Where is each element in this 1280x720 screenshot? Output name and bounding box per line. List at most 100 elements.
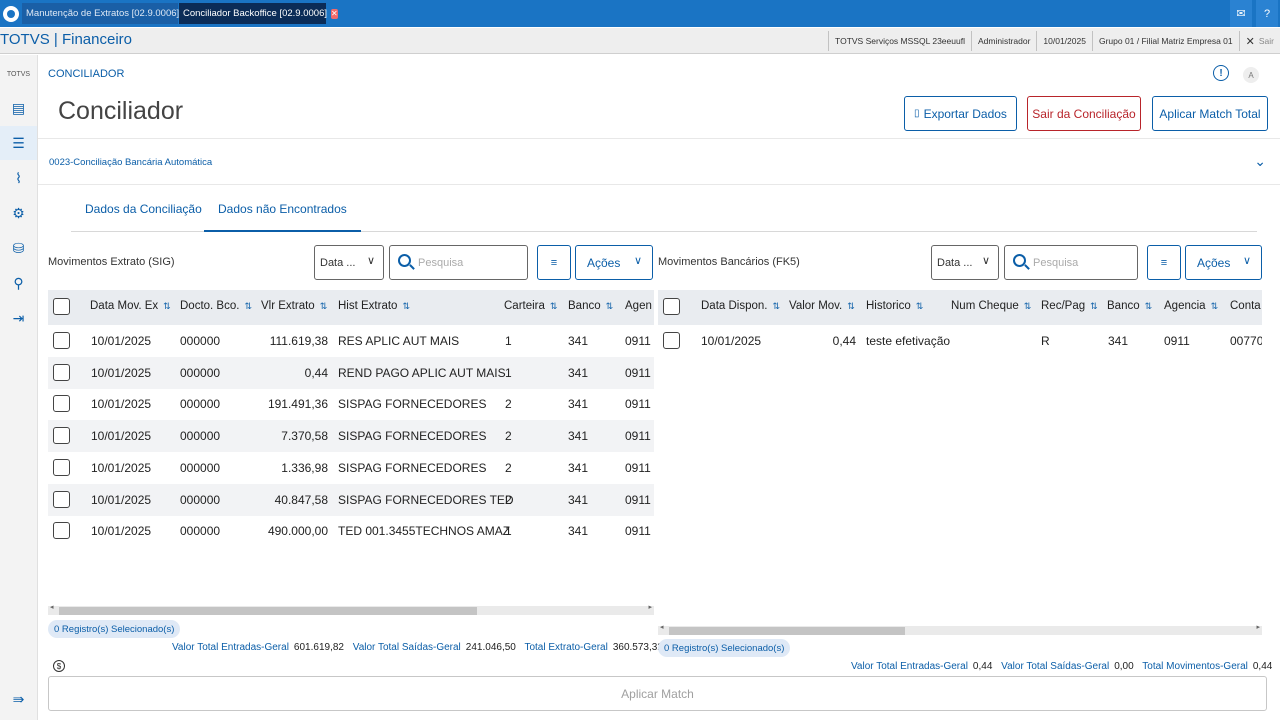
apply-match-button[interactable]: Aplicar Match (48, 676, 1267, 711)
table-row[interactable]: 10/01/2025 000000 0,44 REND PAGO APLIC AUT … (48, 356, 654, 389)
sort-icon: ⇅ (402, 301, 410, 311)
scroll-right-icon[interactable]: ▸ (648, 603, 652, 611)
row-checkbox[interactable] (53, 395, 70, 413)
row-checkbox[interactable] (53, 458, 70, 476)
right-horizontal-scrollbar[interactable]: ◂ ▸ (658, 623, 1262, 635)
right-filter-button[interactable]: ≡ (1147, 245, 1181, 280)
table-row[interactable]: 10/01/2025 000000 40.847,58 SISPAG FORNECED… (48, 483, 654, 516)
table-row[interactable]: 10/01/2025 0,44 teste efetivação R 341 0911 00… (658, 325, 1262, 357)
user-flow-icon[interactable]: ⚲ (0, 266, 37, 300)
window-tab-conciliador[interactable]: Conciliador Backoffice [02.9.0006] ✕ (179, 3, 338, 24)
column-header[interactable]: Hist Extrato ⇅ (338, 300, 410, 312)
scroll-left-icon[interactable]: ◂ (50, 603, 54, 611)
apply-match-total-button[interactable]: Aplicar Match Total (1152, 96, 1268, 131)
left-actions-button[interactable]: Ações ∨ (575, 245, 653, 280)
table-row[interactable]: 10/01/2025 000000 7.370,58 SISPAG FORNECEDO… (48, 420, 654, 453)
row-checkbox[interactable] (53, 363, 70, 381)
avatar[interactable]: A (1243, 67, 1259, 83)
totvs-logo-icon[interactable] (0, 0, 22, 27)
total-label: Valor Total Entradas-Geral (172, 642, 289, 653)
logout-icon[interactable]: ⇥ (0, 301, 37, 335)
table-row[interactable]: 10/01/2025 000000 111.619,38 RES APLIC AUT … (48, 325, 654, 357)
exit-conciliation-button[interactable]: Sair da Conciliação (1027, 96, 1141, 131)
row-checkbox[interactable] (53, 522, 70, 540)
select-all-checkbox[interactable] (663, 298, 680, 315)
column-header[interactable]: Data Dispon. ⇅ (701, 300, 780, 312)
scrollbar-thumb[interactable] (59, 607, 477, 615)
mail-icon[interactable]: ✉ (1230, 0, 1252, 27)
exit-label: Sair (1258, 36, 1274, 46)
column-header[interactable]: Agen (625, 300, 652, 312)
right-search-input[interactable]: Pesquisa (1004, 245, 1138, 280)
column-label: Vlr Extrato (261, 300, 315, 312)
scroll-left-icon[interactable]: ◂ (660, 623, 664, 631)
column-header[interactable]: Vlr Extrato ⇅ (261, 300, 327, 312)
export-data-button[interactable]: ▯ Exportar Dados (904, 96, 1017, 131)
column-header[interactable]: Conta (1230, 300, 1261, 312)
right-grid: Data Dispon. ⇅ Valor Mov. ⇅ Historico ⇅ Num… (658, 290, 1262, 620)
row-checkbox[interactable] (663, 332, 680, 349)
scrollbar-thumb[interactable] (669, 627, 905, 635)
left-sort-select[interactable]: Data ... ∨ (314, 245, 384, 280)
help-icon[interactable]: ? (1256, 0, 1278, 27)
right-actions-button[interactable]: Ações ∨ (1185, 245, 1262, 280)
sort-icon: ⇅ (1144, 301, 1153, 311)
column-label: Carteira (504, 300, 545, 312)
column-header[interactable]: Banco ⇅ (1107, 300, 1152, 312)
left-filter-button[interactable]: ≡ (537, 245, 571, 280)
column-label: Num Cheque (951, 300, 1019, 312)
column-header[interactable]: Docto. Bco. ⇅ (180, 300, 252, 312)
column-header[interactable]: Banco ⇅ (568, 300, 613, 312)
column-header[interactable]: Data Mov. Ex ⇅ (90, 300, 171, 312)
sort-icon: ⇅ (605, 301, 614, 311)
table-cell: 2 (505, 460, 512, 475)
conciliation-accordion[interactable]: 0023-Conciliação Bancária Automática ⌄ (38, 138, 1280, 185)
table-cell: 0911 (625, 397, 651, 412)
close-icon[interactable]: ✕ (331, 8, 338, 19)
exit-button[interactable]: ✕ Sair (1238, 31, 1280, 51)
table-row[interactable]: 10/01/2025 000000 1.336,98 SISPAG FORNECEDO… (48, 452, 654, 484)
right-sort-select[interactable]: Data ... ∨ (931, 245, 999, 280)
row-checkbox[interactable] (53, 490, 70, 508)
chart-icon[interactable]: ⌇ (0, 161, 37, 195)
table-cell: 111.619,38 (269, 334, 328, 348)
database-icon[interactable]: ⛁ (0, 231, 37, 265)
select-value: Data ... (320, 256, 356, 269)
tab-not-found-data[interactable]: Dados não Encontrados (204, 195, 361, 232)
column-header[interactable]: Carteira ⇅ (504, 300, 557, 312)
alert-icon[interactable]: ! (1213, 65, 1229, 81)
column-header[interactable]: Rec/Pag ⇅ (1041, 300, 1098, 312)
tab-conciliation-data[interactable]: Dados da Conciliação (71, 195, 216, 232)
table-row[interactable]: 10/01/2025 000000 191.491,36 SISPAG FORNECE… (48, 388, 654, 420)
column-header[interactable]: Agencia ⇅ (1164, 300, 1218, 312)
session-info: TOTVS Serviços MSSQL 23eeuufl Administra… (828, 31, 1280, 51)
column-header[interactable]: Valor Mov. ⇅ (789, 300, 855, 312)
settings-icon[interactable]: ⚙ (0, 196, 37, 230)
table-row[interactable]: 10/01/2025 000000 490.000,00 TED 001.3455TE… (48, 515, 654, 547)
search-icon (398, 254, 411, 267)
left-search-input[interactable]: Pesquisa (389, 245, 528, 280)
chevron-down-icon: ∨ (633, 255, 642, 267)
breadcrumb: CONCILIADOR (48, 68, 125, 80)
table-cell: 1 (505, 334, 512, 348)
total-label: Valor Total Entradas-Geral (851, 661, 968, 672)
list-icon[interactable]: ☰ (0, 126, 37, 160)
chevron-down-icon: ∨ (981, 255, 990, 267)
scroll-right-icon[interactable]: ▸ (1256, 623, 1260, 631)
left-horizontal-scrollbar[interactable]: ◂ ▸ (48, 603, 654, 615)
column-header[interactable]: Num Cheque ⇅ (951, 300, 1031, 312)
dashboard-icon[interactable]: ▤ (0, 91, 37, 125)
table-cell: 10/01/2025 (91, 429, 152, 444)
table-cell: 10/01/2025 (91, 524, 152, 539)
panel-divider (656, 290, 657, 635)
chevron-down-icon[interactable]: ⌄ (1254, 153, 1266, 170)
column-header[interactable]: Historico ⇅ (866, 300, 923, 312)
expand-icon[interactable]: ⇛ (0, 682, 37, 716)
row-checkbox[interactable] (53, 427, 70, 445)
right-totals: Valor Total Entradas-Geral 0,44 Valor Tot… (851, 661, 1278, 672)
window-tab-extratos[interactable]: Manutenção de Extratos [02.9.0006] ✕ (22, 3, 190, 24)
company-info[interactable]: Grupo 01 / Filial Matriz Empresa 01 (1091, 31, 1239, 51)
select-all-checkbox[interactable] (53, 298, 70, 315)
left-totals: Valor Total Entradas-Geral 601.619,82 Val… (172, 642, 669, 653)
row-checkbox[interactable] (53, 332, 70, 349)
